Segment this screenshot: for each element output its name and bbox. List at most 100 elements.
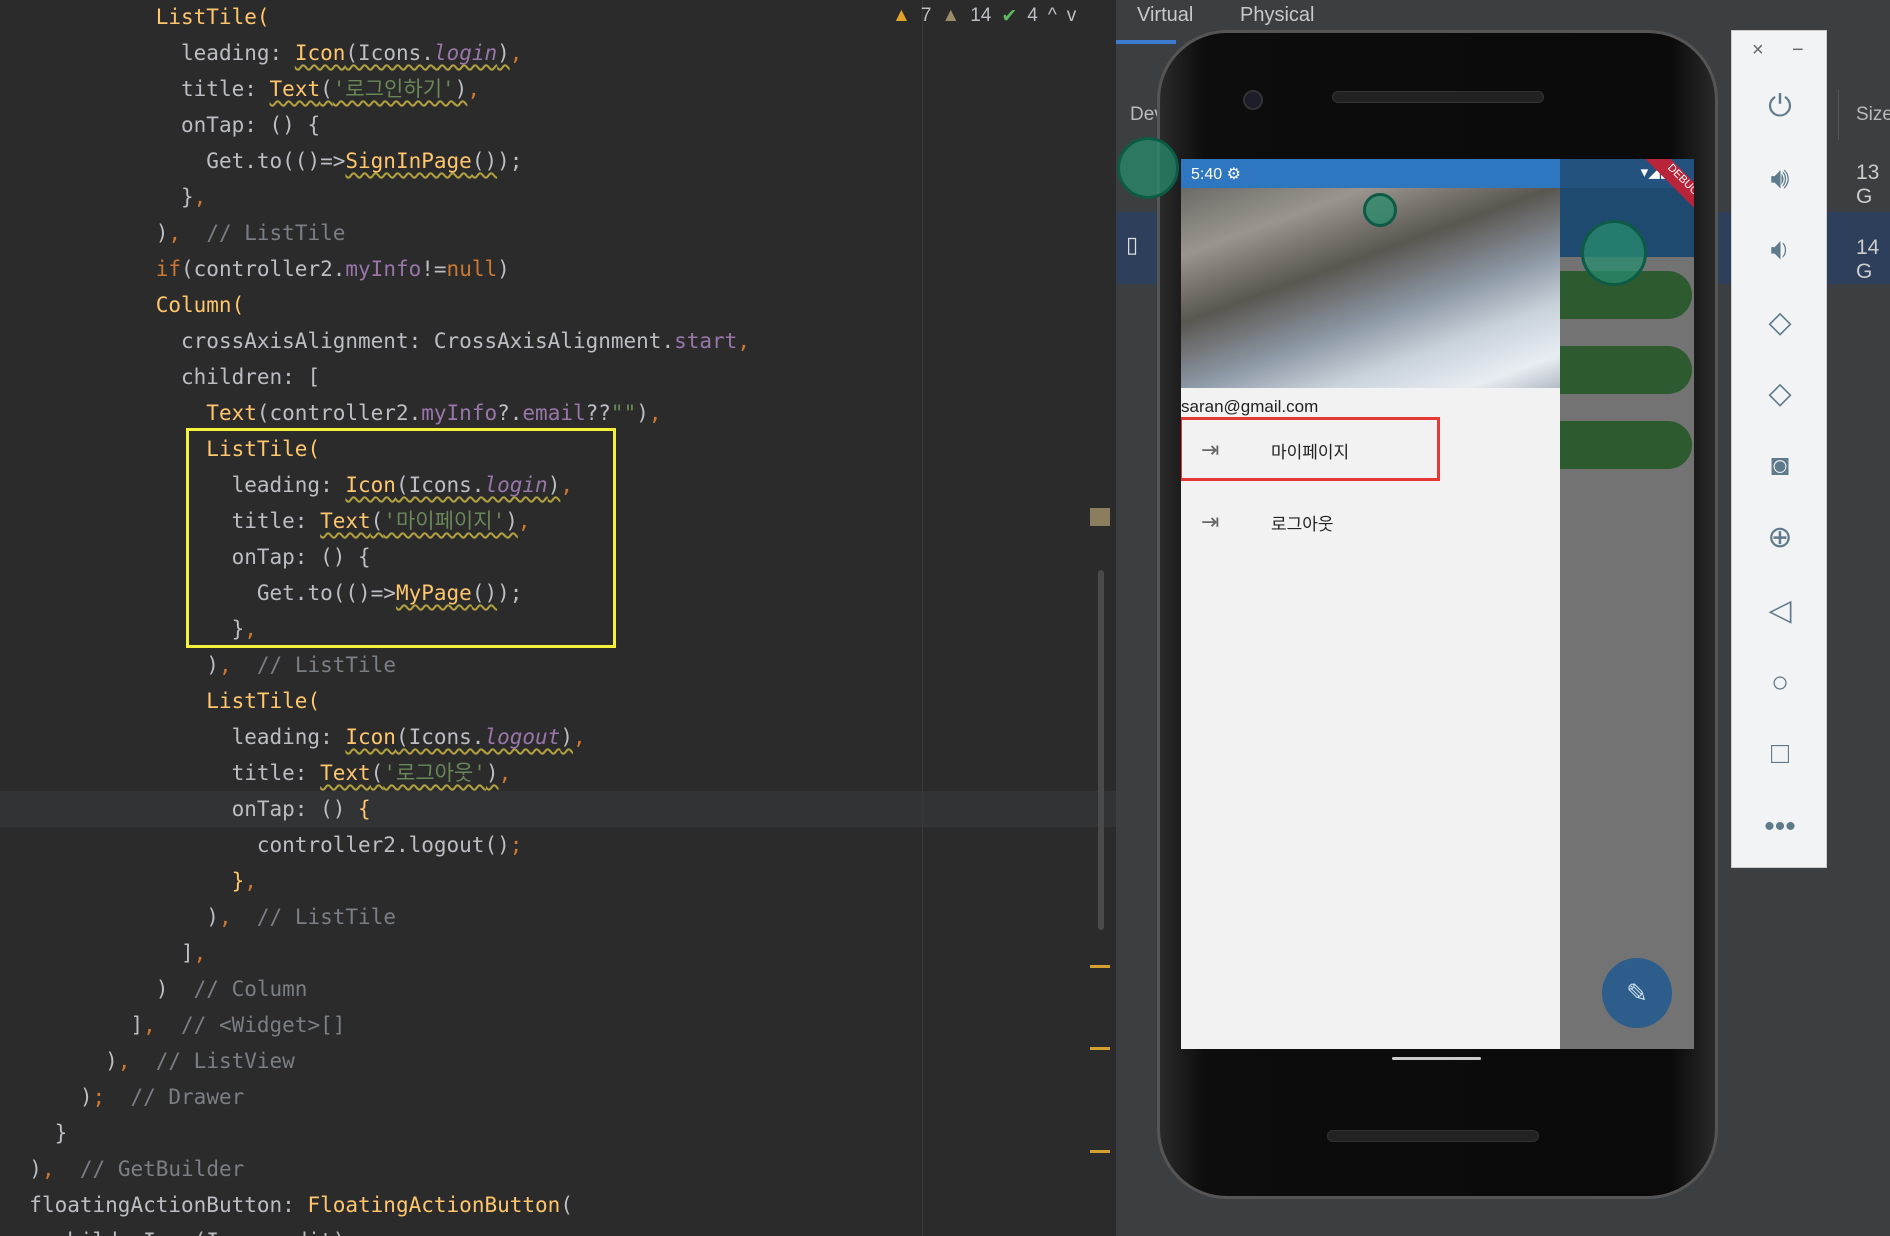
- minimize-button[interactable]: −: [1792, 39, 1804, 62]
- code-line[interactable]: Get.to(()=>SignInPage());: [0, 143, 1116, 179]
- code-line[interactable]: crossAxisAlignment: CrossAxisAlignment.s…: [0, 323, 1116, 359]
- code-token: onTap: (): [231, 797, 359, 821]
- scroll-marker[interactable]: [1090, 1047, 1110, 1050]
- code-token: (: [560, 1193, 573, 1217]
- code-token: ,: [498, 761, 512, 785]
- code-line[interactable]: Text(controller2.myInfo?.email??""),: [0, 395, 1116, 431]
- zoom-icon[interactable]: ⊕: [1732, 518, 1828, 558]
- tab-physical[interactable]: Physical: [1240, 4, 1314, 27]
- more-icon[interactable]: •••: [1732, 807, 1828, 847]
- code-line[interactable]: child: Icon(Icons.edit),: [0, 1223, 1116, 1236]
- code-token: Column(: [155, 293, 245, 317]
- code-line[interactable]: ); // Drawer: [0, 1079, 1116, 1115]
- code-line[interactable]: ], // <Widget>[]: [0, 1007, 1116, 1043]
- code-line[interactable]: if(controller2.myInfo!=null): [0, 251, 1116, 287]
- code-line[interactable]: onTap: () {: [0, 791, 1116, 827]
- back-icon[interactable]: ◁: [1732, 591, 1828, 631]
- list-button[interactable]: [1560, 421, 1692, 469]
- code-line[interactable]: }: [0, 1115, 1116, 1151]
- size-column-header[interactable]: Size: [1856, 104, 1890, 126]
- home-icon[interactable]: ○: [1732, 663, 1828, 703]
- code-token: );: [497, 149, 523, 173]
- code-token: !=: [421, 257, 447, 281]
- power-icon[interactable]: ⏻: [1732, 87, 1828, 127]
- code-token: myInfo: [421, 401, 498, 425]
- code-line[interactable]: ), // GetBuilder: [0, 1151, 1116, 1187]
- code-token: }: [54, 1121, 68, 1145]
- column-divider[interactable]: [1838, 90, 1839, 140]
- tab-virtual[interactable]: Virtual: [1137, 4, 1193, 27]
- code-line[interactable]: ), // ListTile: [0, 647, 1116, 683]
- camera-icon[interactable]: ◙: [1732, 446, 1828, 486]
- code-line[interactable]: title: Text('로그아웃'),: [0, 755, 1116, 791]
- settings-icon: ⚙: [1226, 166, 1241, 183]
- code-token: controller2.logout(): [256, 833, 510, 857]
- rotate-left-icon[interactable]: ◇: [1732, 303, 1828, 343]
- touch-indicator: [1581, 220, 1647, 286]
- code-line[interactable]: controller2.logout();: [0, 827, 1116, 863]
- code-line[interactable]: floatingActionButton: FloatingActionButt…: [0, 1187, 1116, 1223]
- right-margin-guide: [922, 0, 923, 1236]
- code-line[interactable]: leading: Icon(Icons.logout),: [0, 719, 1116, 755]
- code-token: ,: [193, 941, 207, 965]
- code-token: ,: [218, 653, 232, 677]
- code-token: ??: [585, 401, 611, 425]
- code-token: children: [: [181, 365, 321, 389]
- touch-indicator: [1363, 193, 1397, 227]
- code-token: // ListTile: [231, 905, 396, 929]
- code-token: ): [497, 257, 510, 281]
- code-line[interactable]: title: Text('로그인하기'),: [0, 71, 1116, 107]
- rotate-right-icon[interactable]: ◇: [1732, 374, 1828, 414]
- prev-problem-button[interactable]: ^: [1048, 5, 1057, 27]
- code-token: ): [206, 905, 219, 929]
- next-problem-button[interactable]: v: [1067, 5, 1077, 27]
- code-token: // Drawer: [105, 1085, 245, 1109]
- code-token: ,: [193, 185, 207, 209]
- code-line[interactable]: ), // ListView: [0, 1043, 1116, 1079]
- code-token: ): [454, 77, 468, 101]
- code-token: (Icons.: [395, 725, 485, 749]
- list-button[interactable]: [1560, 346, 1692, 394]
- scroll-marker[interactable]: [1090, 965, 1110, 968]
- code-token: if: [155, 257, 182, 281]
- overview-icon[interactable]: □: [1732, 734, 1828, 774]
- phone-screen[interactable]: ✎ 5:40 ⚙ ▾◢▮ DEBUG saran@gmail.com ⇥ 마이페…: [1181, 159, 1694, 1049]
- code-token: crossAxisAlignment: CrossAxisAlignment.: [181, 329, 675, 353]
- code-line[interactable]: ), // ListTile: [0, 899, 1116, 935]
- close-button[interactable]: ×: [1752, 39, 1764, 62]
- weak-warning-count[interactable]: 14: [970, 5, 991, 27]
- code-token: ,: [572, 725, 586, 749]
- code-token: Text: [206, 401, 257, 425]
- code-editor[interactable]: ListTile( leading: Icon(Icons.login), ti…: [0, 0, 1116, 1236]
- edit-fab[interactable]: ✎: [1602, 958, 1672, 1028]
- volume-down-icon[interactable]: 🔉︎: [1732, 230, 1828, 270]
- user-email: saran@gmail.com: [1181, 397, 1319, 416]
- code-token: ListTile(: [155, 5, 270, 29]
- code-line[interactable]: },: [0, 179, 1116, 215]
- code-line[interactable]: ) // Column: [0, 971, 1116, 1007]
- code-token: // <Widget>[]: [155, 1013, 346, 1037]
- code-token: ListTile(: [206, 689, 321, 713]
- code-line[interactable]: ), // ListTile: [0, 215, 1116, 251]
- code-line[interactable]: ],: [0, 935, 1116, 971]
- scrollbar[interactable]: [1098, 570, 1104, 930]
- code-line[interactable]: children: [: [0, 359, 1116, 395]
- code-token: ,: [143, 1013, 156, 1037]
- code-token: ,: [467, 77, 480, 101]
- drawer-item-mypage[interactable]: ⇥ 마이페이지: [1181, 417, 1560, 481]
- scroll-marker[interactable]: [1090, 508, 1110, 526]
- scroll-marker[interactable]: [1090, 1150, 1110, 1153]
- code-line[interactable]: Column(: [0, 287, 1116, 323]
- warning-icon: ▲: [892, 5, 911, 26]
- code-line[interactable]: onTap: () {: [0, 107, 1116, 143]
- code-token: child: Icon(Icons.edit),: [55, 1229, 358, 1236]
- code-line[interactable]: leading: Icon(Icons.login),: [0, 35, 1116, 71]
- inspections-widget[interactable]: ▲ 7 ▲ 14 ✔ 4 ^ v: [892, 2, 1076, 30]
- ok-count[interactable]: 4: [1027, 5, 1038, 27]
- drawer-item-logout[interactable]: ⇥ 로그아웃: [1181, 491, 1560, 553]
- volume-up-icon[interactable]: 🔊︎: [1732, 159, 1828, 199]
- code-line[interactable]: ListTile(: [0, 683, 1116, 719]
- home-indicator[interactable]: [1392, 1057, 1481, 1060]
- code-line[interactable]: },: [0, 863, 1116, 899]
- warning-count[interactable]: 7: [921, 5, 932, 27]
